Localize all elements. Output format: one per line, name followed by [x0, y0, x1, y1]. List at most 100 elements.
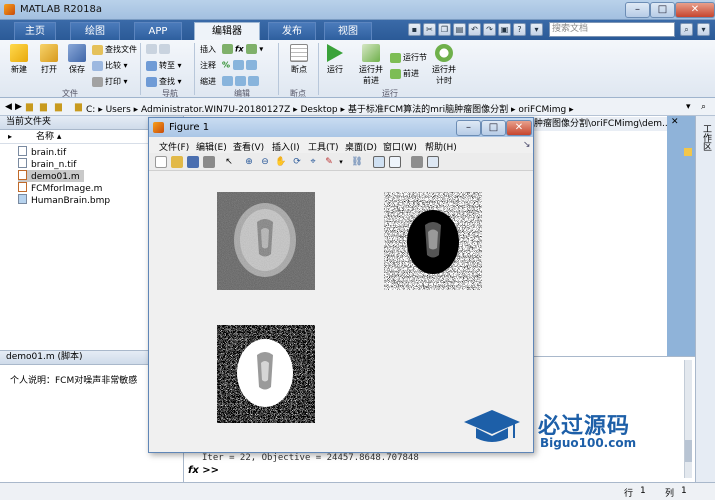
- run-section-button[interactable]: 运行节: [390, 52, 427, 63]
- indent-button[interactable]: 缩进: [200, 76, 216, 87]
- command-scrollbar[interactable]: [684, 360, 692, 478]
- rotate-icon[interactable]: ⟳: [291, 156, 303, 168]
- tab-home[interactable]: 主页: [14, 22, 56, 40]
- file-fcmforimage-m[interactable]: FCMforImage.m: [18, 182, 106, 194]
- paste-icon[interactable]: ▤: [453, 23, 466, 36]
- menu-dock-icon[interactable]: ↘: [523, 140, 531, 150]
- browse-folder-icon[interactable]: ▆: [40, 102, 47, 112]
- scroll-thumb[interactable]: [685, 440, 692, 462]
- tab-publish[interactable]: 发布: [268, 22, 316, 40]
- tab-apps[interactable]: APP: [134, 22, 182, 40]
- find-files-button[interactable]: 查找文件: [92, 44, 137, 55]
- back-arrow-icon[interactable]: ◀: [5, 102, 12, 112]
- edit-icons-row3[interactable]: [222, 76, 261, 86]
- tab-plots[interactable]: 绘图: [70, 22, 120, 40]
- expand-icon[interactable]: ▸: [8, 132, 12, 141]
- print-figure-icon[interactable]: [203, 156, 215, 168]
- open-file-icon[interactable]: [171, 156, 183, 168]
- crumb-users[interactable]: Users: [106, 105, 131, 115]
- tab-view[interactable]: 视图: [324, 22, 372, 40]
- collapse-ribbon-icon[interactable]: ▾: [697, 23, 710, 36]
- hide-tools-icon[interactable]: [411, 156, 423, 168]
- maximize-button[interactable]: □: [650, 2, 675, 18]
- cut-icon[interactable]: ✂: [423, 23, 436, 36]
- file-humanbrain-bmp[interactable]: HumanBrain.bmp: [18, 194, 114, 206]
- menu-desktop[interactable]: 桌面(D): [345, 140, 377, 153]
- edit-icons-row1[interactable]: fx ▾: [222, 44, 263, 54]
- graduation-cap-logo-icon: [462, 406, 522, 446]
- new-button[interactable]: 新建: [6, 44, 32, 75]
- run-advance-button[interactable]: 运行并前进: [354, 44, 388, 86]
- editor-close-icon[interactable]: ✕: [671, 117, 679, 127]
- legend-icon[interactable]: [389, 156, 401, 168]
- crumb-drive[interactable]: C:: [86, 105, 95, 115]
- brush-icon[interactable]: ✎: [323, 156, 335, 168]
- undo-icon[interactable]: ↶: [468, 23, 481, 36]
- minimize-button[interactable]: –: [625, 2, 650, 18]
- brush-dropdown-icon[interactable]: ▾: [335, 156, 347, 168]
- figure-window[interactable]: Figure 1 – □ ✕ 文件(F) 编辑(E) 查看(V) 插入(I) 工…: [148, 117, 534, 453]
- close-button[interactable]: ✕: [675, 2, 715, 18]
- open-button[interactable]: 打开: [36, 44, 62, 75]
- pan-icon[interactable]: ✋: [275, 156, 287, 168]
- path-search-icon[interactable]: ⌕: [701, 102, 706, 112]
- colorbar-icon[interactable]: [373, 156, 385, 168]
- file-brain-tif[interactable]: brain.tif: [18, 146, 70, 158]
- new-figure-icon[interactable]: [155, 156, 167, 168]
- show-tools-icon[interactable]: [427, 156, 439, 168]
- redo-icon[interactable]: ↷: [483, 23, 496, 36]
- file-brain-n-tif[interactable]: brain_n.tif: [18, 158, 80, 170]
- figure-maximize-button[interactable]: □: [481, 120, 506, 136]
- run-button[interactable]: 运行: [322, 44, 348, 75]
- zoom-out-icon[interactable]: ⊖: [259, 156, 271, 168]
- breakpoints-button[interactable]: 断点: [284, 44, 314, 75]
- link-plot-icon[interactable]: ⛓: [351, 156, 363, 168]
- search-icon[interactable]: ⌕: [680, 23, 693, 36]
- file-demo01-m[interactable]: demo01.m: [18, 170, 84, 182]
- data-cursor-icon[interactable]: ⌖: [307, 156, 319, 168]
- find-icon: [146, 76, 157, 87]
- menu-help[interactable]: 帮助(H): [425, 140, 457, 153]
- switch-windows-icon[interactable]: ▣: [498, 23, 511, 36]
- copy-icon[interactable]: ❐: [438, 23, 451, 36]
- folder-icon[interactable]: ▆: [55, 102, 62, 112]
- uncomment-icon: [232, 60, 244, 70]
- comment-button[interactable]: 注释: [200, 60, 216, 71]
- menu-insert[interactable]: 插入(I): [272, 140, 300, 153]
- edit-icons-row2[interactable]: %: [222, 60, 259, 70]
- save-icon[interactable]: ▪: [408, 23, 421, 36]
- find-button[interactable]: 查找 ▾: [146, 76, 182, 87]
- compare-button[interactable]: 比较 ▾: [92, 60, 128, 71]
- menu-window[interactable]: 窗口(W): [383, 140, 417, 153]
- menu-file[interactable]: 文件(F): [159, 140, 189, 153]
- figure-minimize-button[interactable]: –: [456, 120, 481, 136]
- search-input[interactable]: 搜索文档: [549, 22, 675, 37]
- figure-close-button[interactable]: ✕: [506, 120, 532, 136]
- nav-back-forward[interactable]: [146, 44, 172, 54]
- pointer-icon[interactable]: ↖: [223, 156, 235, 168]
- forward-arrow-icon[interactable]: ▶: [15, 102, 22, 112]
- goto-button[interactable]: 转至 ▾: [146, 60, 182, 71]
- menu-tools[interactable]: 工具(T): [308, 140, 339, 153]
- tab-editor[interactable]: 编辑器: [194, 22, 260, 40]
- workspace-sidebar[interactable]: 工作区: [695, 116, 715, 482]
- command-prompt[interactable]: fx >>: [188, 465, 219, 476]
- menu-edit[interactable]: 编辑(E): [196, 140, 227, 153]
- zoom-in-icon[interactable]: ⊕: [243, 156, 255, 168]
- wrap-icon: [245, 60, 257, 70]
- menu-view[interactable]: 查看(V): [233, 140, 264, 153]
- save-file-button[interactable]: 保存: [64, 44, 90, 75]
- crumb-orifcmimg[interactable]: oriFCMimg: [518, 105, 566, 115]
- help-icon[interactable]: ?: [513, 23, 526, 36]
- crumb-desktop[interactable]: Desktop: [301, 105, 338, 115]
- insert-button[interactable]: 插入: [200, 44, 216, 55]
- dropdown-icon[interactable]: ▾: [530, 23, 543, 36]
- crumb-admin[interactable]: Administrator.WIN7U-20180127Z: [141, 105, 290, 115]
- print-button[interactable]: 打印 ▾: [92, 76, 128, 87]
- save-figure-icon[interactable]: [187, 156, 199, 168]
- run-time-button[interactable]: 运行并计时: [428, 44, 460, 86]
- advance-button[interactable]: 前进: [390, 68, 419, 79]
- path-dropdown-icon[interactable]: ▾: [686, 102, 691, 112]
- crumb-project[interactable]: 基于标准FCM算法的mri脑肿瘤图像分割: [348, 105, 508, 115]
- up-folder-icon[interactable]: ▆: [26, 102, 33, 112]
